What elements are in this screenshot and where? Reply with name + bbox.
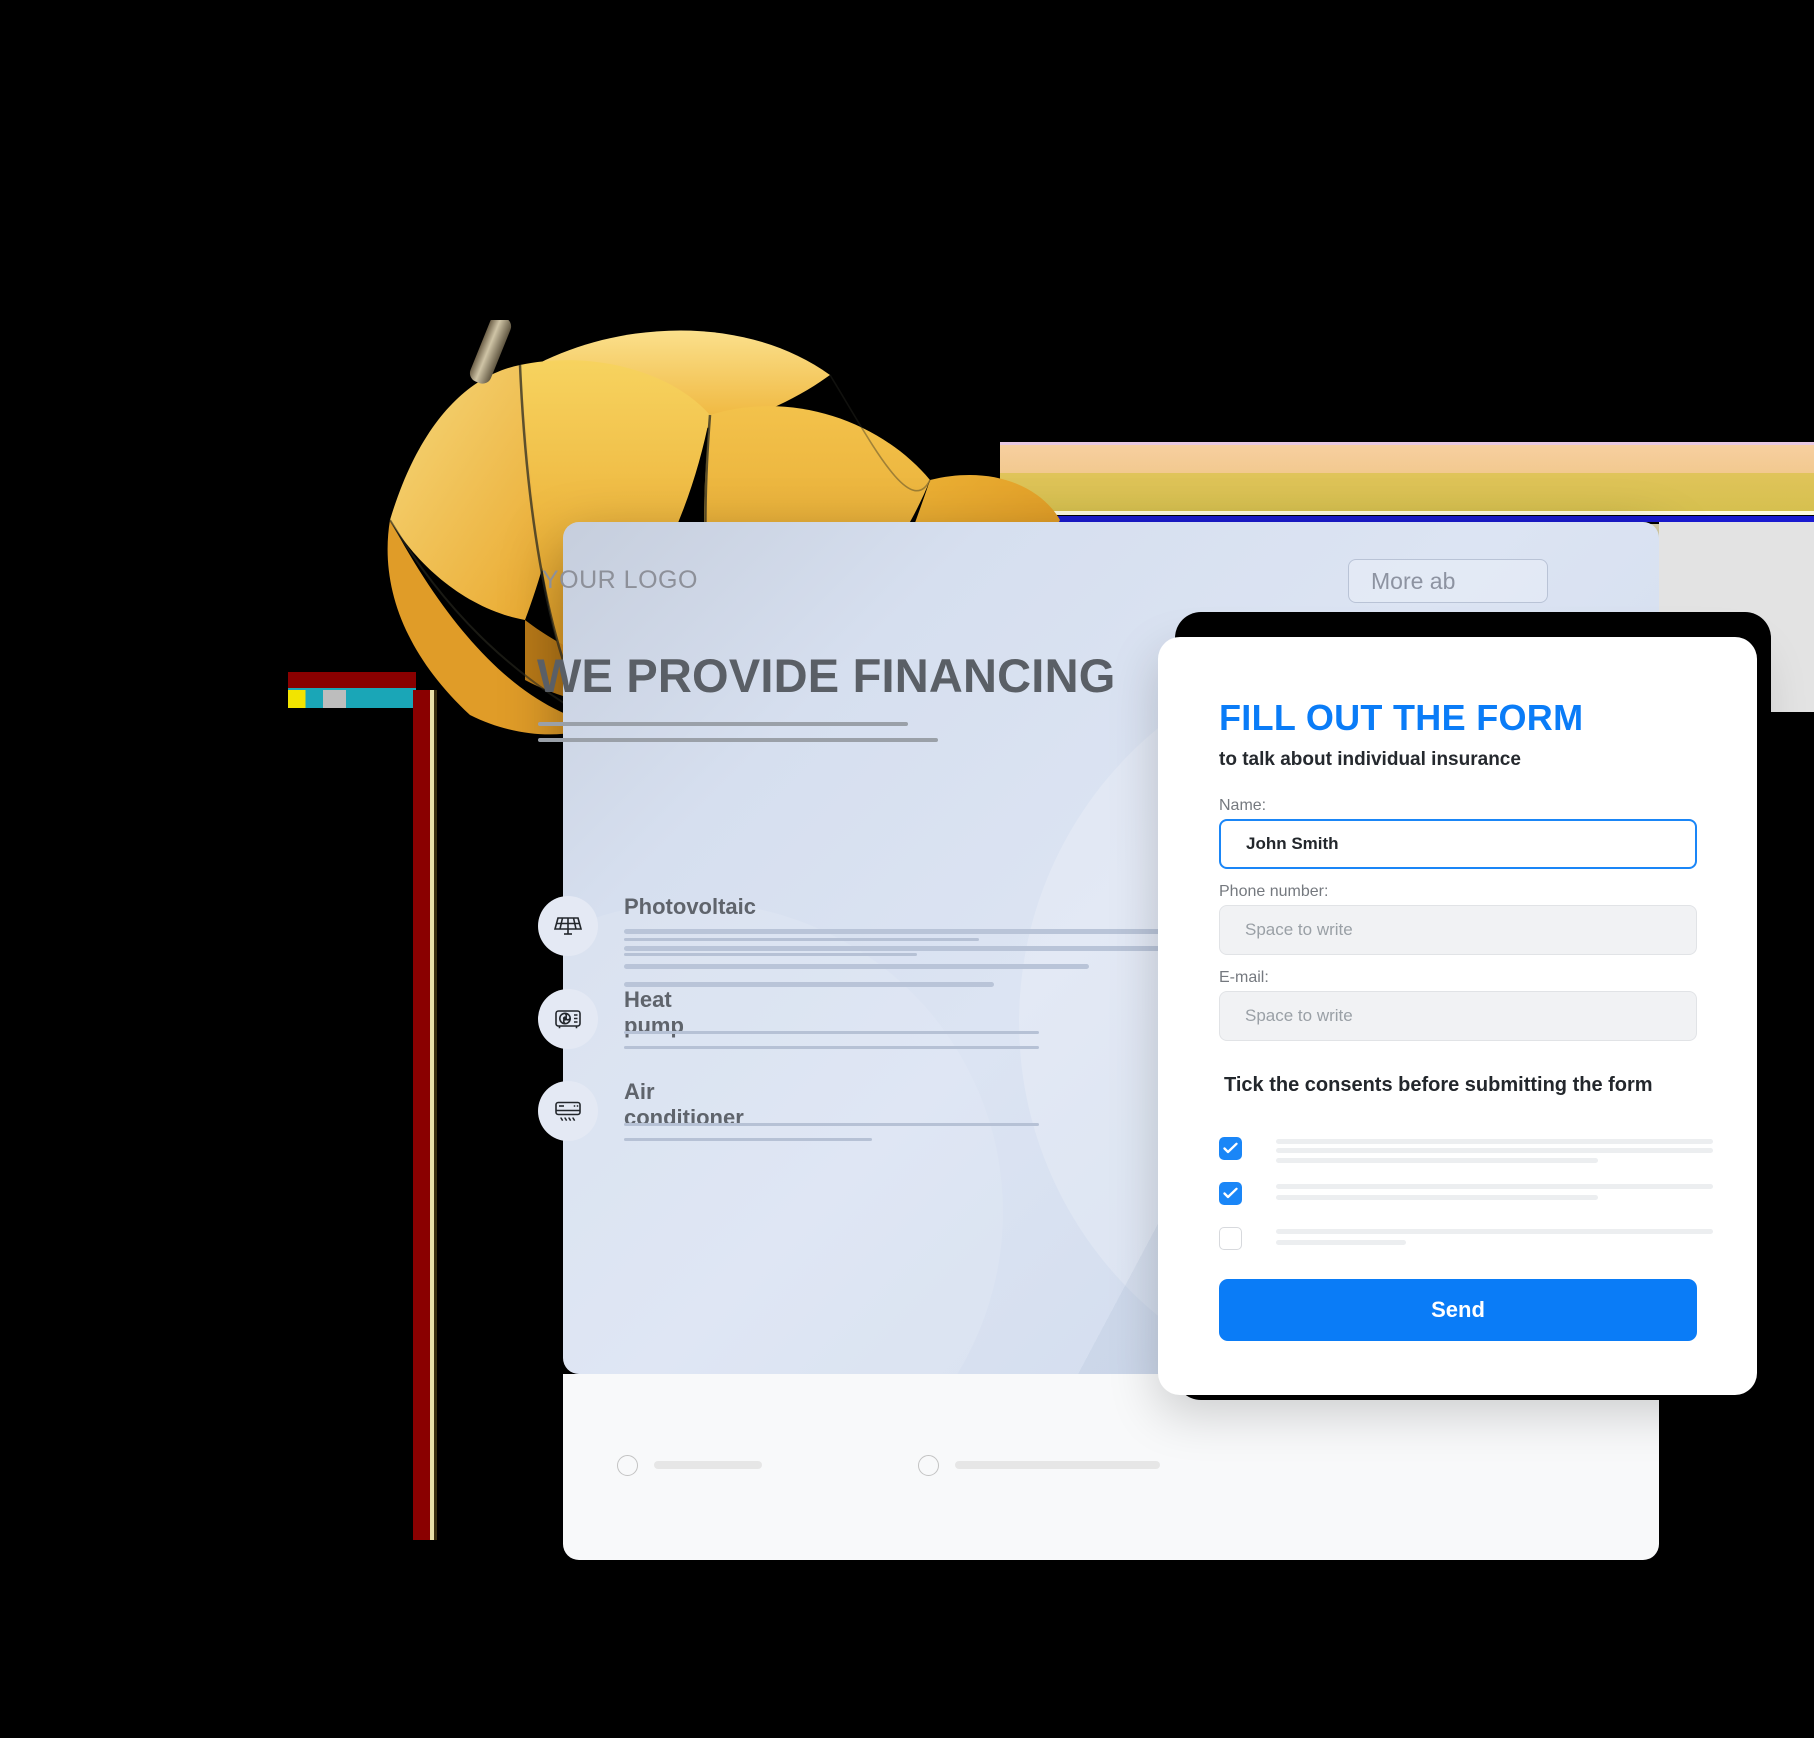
placeholder-text-line — [624, 946, 1184, 951]
send-button[interactable]: Send — [1219, 1279, 1697, 1341]
solar-panel-icon — [538, 896, 598, 956]
email-label: E-mail: — [1219, 969, 1269, 986]
placeholder-text-line — [624, 964, 1089, 969]
service-line — [624, 1046, 1039, 1049]
phone-input[interactable]: Space to write — [1219, 905, 1697, 955]
phone-label: Phone number: — [1219, 883, 1329, 900]
consent-text-line — [1276, 1240, 1406, 1245]
color-bleed-artifact-2 — [288, 690, 346, 708]
consent-text-line — [1276, 1184, 1713, 1189]
service-line — [624, 1123, 1039, 1126]
service-line — [624, 1031, 1039, 1034]
placeholder-text-line — [624, 929, 1184, 934]
umbrella-shaft — [413, 690, 437, 1540]
logo-placeholder: YOUR LOGO — [542, 566, 698, 594]
email-input[interactable]: Space to write — [1219, 991, 1697, 1041]
form-card: FILL OUT THE FORM to talk about individu… — [1158, 637, 1757, 1395]
service-line — [624, 1138, 872, 1141]
consent-checkbox-checked[interactable] — [1219, 1182, 1242, 1205]
service-label: Photovoltaic — [624, 894, 757, 919]
form-subtitle: to talk about individual insurance — [1219, 749, 1521, 770]
carousel-bar-1 — [654, 1461, 762, 1469]
consent-checkbox-checked[interactable] — [1219, 1137, 1242, 1160]
name-label: Name: — [1219, 797, 1267, 814]
consent-text-line — [1276, 1139, 1713, 1144]
consent-text-line — [1276, 1148, 1713, 1153]
air-conditioner-icon — [538, 1081, 598, 1141]
more-about-button[interactable]: More ab — [1348, 559, 1548, 603]
canvas: YOUR LOGO More ab WE PROVIDE FINANCING P… — [0, 0, 1814, 1738]
heat-pump-icon — [538, 989, 598, 1049]
consents-title: Tick the consents before submitting the … — [1224, 1074, 1653, 1096]
title-underline-2 — [538, 738, 938, 742]
carousel-dot-1[interactable] — [617, 1455, 638, 1476]
form-title: FILL OUT THE FORM — [1219, 697, 1584, 738]
name-input[interactable]: John Smith — [1219, 819, 1697, 869]
title-underline-1 — [538, 722, 908, 726]
consent-text-line — [1276, 1229, 1713, 1234]
service-line — [624, 953, 917, 956]
carousel-bar-2 — [955, 1461, 1160, 1469]
page-title: WE PROVIDE FINANCING — [537, 649, 1116, 702]
service-line — [624, 938, 979, 941]
consent-checkbox-unchecked[interactable] — [1219, 1227, 1242, 1250]
carousel-dot-2[interactable] — [918, 1455, 939, 1476]
consent-text-line — [1276, 1158, 1598, 1163]
consent-text-line — [1276, 1195, 1598, 1200]
